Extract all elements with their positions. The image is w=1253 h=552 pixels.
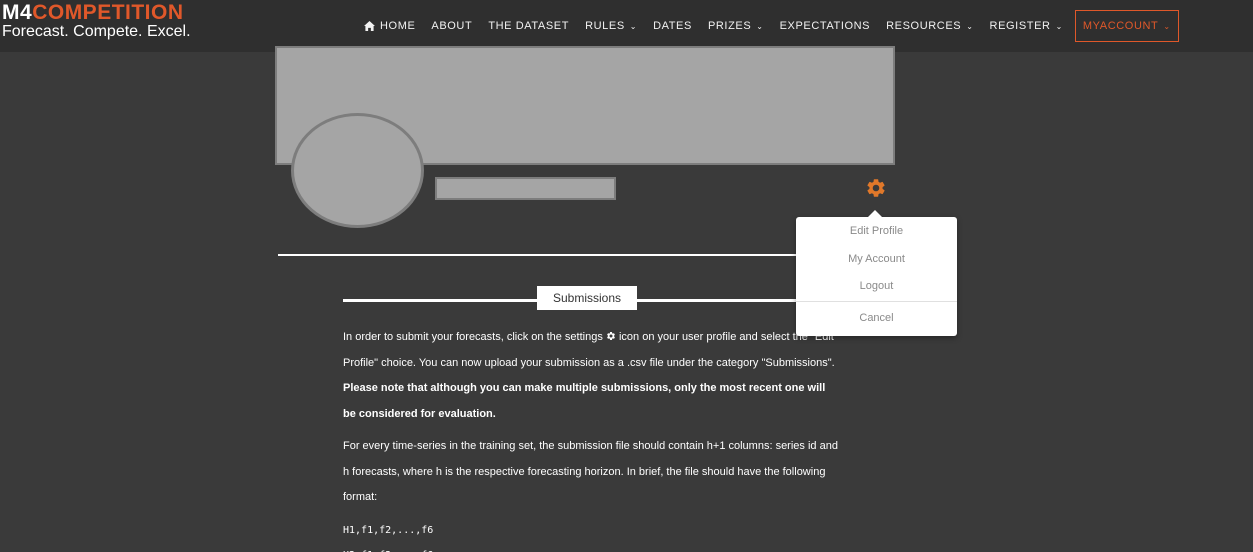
logo-tagline: Forecast. Compete. Excel. [2,23,191,40]
profile-name-placeholder [435,177,616,200]
nav-home-label: HOME [380,20,416,32]
nav-expectations[interactable]: EXPECTATIONS [772,11,879,41]
nav-dates[interactable]: DATES [645,11,700,41]
site-logo[interactable]: M4COMPETITION Forecast. Compete. Excel. [2,2,191,40]
nav-resources-label: RESOURCES [886,20,962,32]
nav-myaccount-label: MYACCOUNT [1082,20,1159,32]
nav-prizes[interactable]: PRIZES ⌄ [700,11,772,41]
nav-register[interactable]: REGISTER ⌄ [982,11,1071,41]
menu-item-cancel[interactable]: Cancel [796,312,957,324]
nav-resources[interactable]: RESOURCES ⌄ [878,11,981,41]
logo-competition: COMPETITION [32,1,184,24]
chevron-down-icon: ⌄ [1163,21,1171,31]
menu-item-my-account[interactable]: My Account [796,253,957,265]
nav-register-label: REGISTER [989,20,1051,32]
gear-icon [867,179,885,197]
nav-rules-label: RULES [585,20,625,32]
menu-item-logout[interactable]: Logout [796,280,957,292]
nav-the-dataset-label: THE DATASET [488,20,570,32]
chevron-down-icon: ⌄ [629,21,638,31]
submissions-content: In order to submit your forecasts, click… [343,325,838,552]
para1-text-a: In order to submit your forecasts, click… [343,331,606,343]
profile-settings-menu: Edit Profile My Account Logout Cancel [796,210,957,336]
nav-about[interactable]: ABOUT [423,11,480,41]
menu-item-edit-profile[interactable]: Edit Profile [796,225,957,237]
para1-bold-note: Please note that although you can make m… [343,382,826,420]
submissions-paragraph-1: In order to submit your forecasts, click… [343,325,838,427]
nav-expectations-label: EXPECTATIONS [779,20,871,32]
code-line: H2,f1,f2,...,f6 [343,543,838,552]
nav-about-label: ABOUT [431,20,473,32]
gear-icon [607,332,615,340]
nav-prizes-label: PRIZES [707,20,752,32]
logo-m4: M4 [2,1,33,24]
site-header: M4COMPETITION Forecast. Compete. Excel. … [0,0,1253,52]
logo-title: M4COMPETITION [2,2,191,23]
submissions-heading: Submissions [537,286,637,310]
chevron-down-icon: ⌄ [1055,21,1063,31]
nav-rules[interactable]: RULES ⌄ [577,11,645,41]
avatar [291,113,424,228]
nav-home[interactable]: HOME [356,11,423,41]
home-icon [364,21,375,31]
profile-settings-button[interactable] [865,177,887,199]
chevron-down-icon: ⌄ [966,21,974,31]
nav-the-dataset[interactable]: THE DATASET [480,11,577,41]
main-nav: HOME ABOUT THE DATASET RULES ⌄ DATES PRIZ… [356,10,1179,42]
code-line: H1,f1,f2,...,f6 [343,524,434,536]
menu-divider [796,301,957,302]
submissions-paragraph-2: For every time-series in the training se… [343,440,838,503]
chevron-down-icon: ⌄ [756,21,764,31]
page: M4COMPETITION Forecast. Compete. Excel. … [0,0,1253,552]
nav-dates-label: DATES [653,20,692,32]
nav-myaccount[interactable]: MYACCOUNT ⌄ [1074,10,1179,42]
